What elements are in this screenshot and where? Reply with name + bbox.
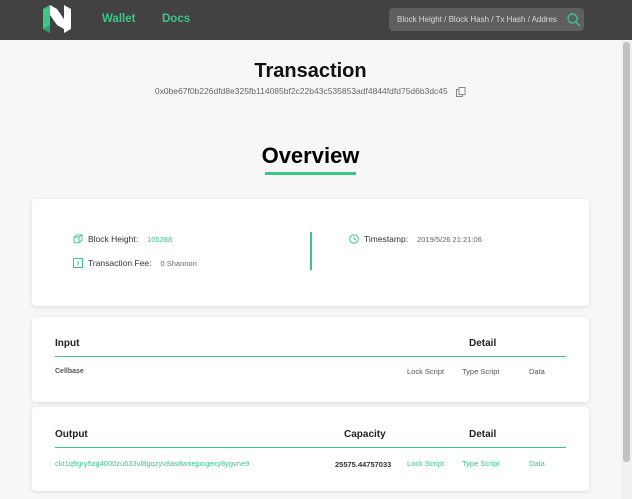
- input-type-script-button[interactable]: Type Script: [462, 367, 500, 376]
- input-detail-header: Detail: [469, 338, 497, 349]
- block-height-label: Block Height:: [88, 234, 139, 244]
- timestamp-value: 2019/5/26 21:21:06: [417, 234, 482, 244]
- input-header: Input: [55, 338, 80, 349]
- fee-value: 0 Shannon: [160, 258, 197, 268]
- nav-docs-link[interactable]: Docs: [162, 13, 190, 25]
- search-icon[interactable]: [566, 12, 581, 27]
- timestamp-label: Timestamp:: [364, 234, 409, 244]
- overview-underline: [265, 172, 356, 175]
- output-address-link[interactable]: ckt1q9gry5zg4000zu633vl8gqzyv8as8wxejpcg…: [55, 459, 249, 468]
- input-address: Cellbase: [55, 368, 84, 375]
- nav-wallet-link[interactable]: Wallet: [102, 13, 135, 25]
- output-header: Output: [55, 429, 88, 440]
- block-height-row: Block Height: 105288: [73, 234, 172, 244]
- fee-row: Transaction Fee: 0 Shannon: [73, 258, 197, 268]
- tx-hash-row: 0x0be67f0b226dfd8e325fb114085bf2c22b43c5…: [0, 86, 621, 97]
- page-title: Transaction: [254, 60, 367, 82]
- timestamp-row: Timestamp: 2019/5/26 21:21:06: [349, 234, 482, 244]
- overview-card: Block Height: 105288 Transaction Fee: 0 …: [32, 199, 589, 306]
- block-height-link[interactable]: 105288: [147, 235, 172, 244]
- output-capacity-header: Capacity: [344, 429, 386, 440]
- input-card: Input Detail Cellbase Lock Script Type S…: [32, 317, 589, 402]
- output-capacity-value: 25575.44757033: [335, 460, 392, 469]
- overview-divider: [310, 232, 312, 270]
- output-detail-header: Detail: [469, 429, 497, 440]
- tx-hash: 0x0be67f0b226dfd8e325fb114085bf2c22b43c5…: [154, 86, 448, 96]
- scrollbar-thumb[interactable]: [623, 42, 630, 462]
- copy-icon[interactable]: [456, 86, 466, 97]
- fee-label: Transaction Fee:: [88, 258, 152, 268]
- search-input[interactable]: [397, 11, 557, 28]
- output-type-script-button[interactable]: Type Script: [462, 459, 500, 468]
- input-header-line: [55, 356, 566, 357]
- output-header-line: [55, 447, 566, 448]
- output-card: Output Capacity Detail ckt1q9gry5zg4000z…: [32, 407, 589, 491]
- input-data-button[interactable]: Data: [529, 367, 545, 376]
- input-lock-script-button[interactable]: Lock Script: [407, 367, 444, 376]
- fee-icon: [73, 258, 83, 268]
- block-icon: [73, 234, 83, 244]
- overview-title: Overview: [261, 143, 360, 168]
- top-navbar: Wallet Docs: [0, 0, 632, 40]
- page-scrollbar[interactable]: [621, 40, 632, 499]
- nervos-logo[interactable]: [41, 5, 73, 33]
- output-data-button[interactable]: Data: [529, 459, 545, 468]
- clock-icon: [349, 234, 359, 244]
- output-lock-script-button[interactable]: Lock Script: [407, 459, 444, 468]
- search-bar: [389, 8, 584, 31]
